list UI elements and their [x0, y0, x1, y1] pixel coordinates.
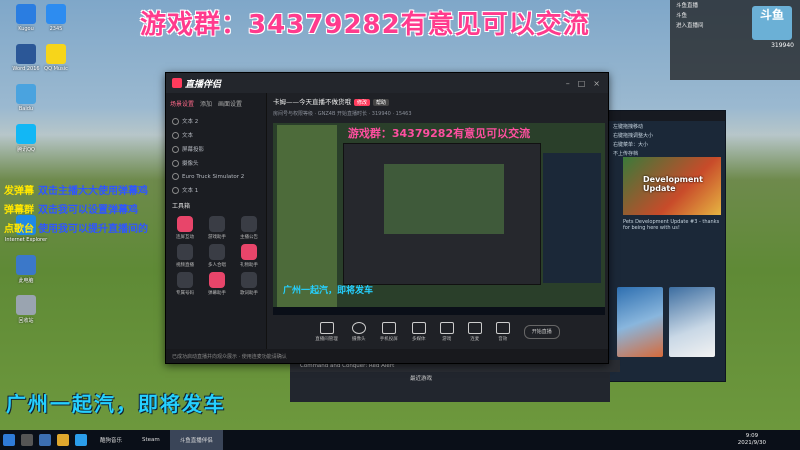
- browser-icon: [46, 4, 66, 24]
- desktop-icon-8[interactable]: 回收站: [2, 295, 50, 324]
- desktop-icon-7[interactable]: 此电脑: [2, 255, 50, 284]
- tab-add[interactable]: 添加: [200, 99, 212, 108]
- scene-item[interactable]: 文本 2: [166, 114, 266, 128]
- game-tile-bus-simulator[interactable]: [669, 287, 715, 357]
- app-title: 直播伴侣: [185, 79, 222, 90]
- preview-nested-window: [343, 143, 541, 285]
- room-meta: 房间号与权限等级 · GNZ4B 开始直播时长 · 319940 · 15463: [273, 111, 412, 117]
- steam-news-banner[interactable]: Development Update: [623, 157, 721, 215]
- steam-window[interactable]: 左键拖拽移动 右键拖拽调整大小 右键菜单：大小 不上传存档 Developmen…: [606, 110, 726, 382]
- eye-icon: [172, 117, 179, 125]
- tool-button[interactable]: 视频直播: [170, 244, 200, 268]
- music-icon: [46, 44, 66, 64]
- departure-overlay-text: 广州一起汽，即将发车: [6, 392, 226, 416]
- preview-overlay-text: 游戏群：34379282有意见可以交流: [347, 127, 531, 140]
- sound-button[interactable]: 音效: [495, 322, 510, 342]
- toolbox-title: 工具箱: [172, 203, 191, 210]
- room-number: 319940: [771, 42, 794, 49]
- edit-title-button[interactable]: 修改: [354, 99, 371, 106]
- scene-item[interactable]: 文本: [166, 128, 266, 142]
- desktop-icon-2[interactable]: Baidu: [2, 84, 50, 112]
- danmu-row: 弹幕群 双击我可以设置弹幕鸡: [4, 205, 138, 216]
- eye-icon: [172, 159, 179, 167]
- minimize-icon[interactable]: –: [566, 79, 570, 88]
- banner-caption: Pets Development Update #3 - thanks for …: [623, 219, 720, 231]
- tool-button[interactable]: 专属号码: [170, 272, 200, 296]
- steam-titlebar[interactable]: [607, 111, 725, 121]
- scene-item[interactable]: 屏幕投影: [166, 142, 266, 156]
- control-bar: 直播间管理 摄像头 手机投屏 多媒体 游戏 连麦 音效 开始直播: [267, 315, 608, 349]
- eye-icon: [172, 186, 179, 194]
- recent-games-bar: 最近游戏: [290, 372, 610, 402]
- steam-game-list: [617, 287, 715, 357]
- stream-info-panel: 斗鱼直播 斗鱼 进入直播间 斗鱼 319940: [670, 0, 800, 80]
- desktop-icon-4[interactable]: 2345: [32, 4, 80, 32]
- tool-button[interactable]: 弹幕助手: [202, 272, 232, 296]
- tool-button[interactable]: 游戏助手: [202, 216, 232, 240]
- game-button[interactable]: 游戏: [439, 322, 454, 342]
- group-overlay-text: 游戏群：34379282有意见可以交流: [140, 10, 590, 40]
- tool-button[interactable]: 连屏互动: [170, 216, 200, 240]
- sidebar-tabs: 场景设置 添加 画面设置: [166, 93, 266, 114]
- edge-icon[interactable]: [75, 434, 87, 446]
- maximize-icon[interactable]: □: [578, 79, 586, 88]
- close-icon[interactable]: ×: [593, 79, 600, 88]
- scene-item[interactable]: 文本 1: [166, 183, 266, 197]
- taskbar: 酷狗音乐 Steam 斗鱼直播伴侣 9:09 2021/9/30: [0, 430, 800, 450]
- recycle-bin-icon: [16, 295, 36, 315]
- system-clock[interactable]: 9:09 2021/9/30: [738, 433, 766, 447]
- main-content: 卡姆——今天直播不做货哦 修改 帮助 房间号与权限等级 · GNZ4B 开始直播时长…: [267, 93, 608, 349]
- douyu-logo: 斗鱼: [752, 6, 792, 40]
- phone-cast-button[interactable]: 手机投屏: [380, 322, 398, 342]
- start-live-button[interactable]: 开始直播: [523, 325, 560, 339]
- tool-button[interactable]: 歌词助手: [234, 272, 264, 296]
- scene-item[interactable]: 摄像头: [166, 156, 266, 170]
- eye-icon: [172, 131, 179, 139]
- taskbar-app-steam[interactable]: Steam: [132, 430, 170, 450]
- preview-steam: [543, 153, 601, 283]
- toolbox-grid: 连屏互动 游戏助手 主播公告 视频直播 多人合唱 礼物助手 专属号码 弹幕助手 …: [166, 214, 266, 298]
- window-titlebar[interactable]: 直播伴侣 – □ ×: [166, 73, 608, 93]
- taskbar-app-live-companion[interactable]: 斗鱼直播伴侣: [169, 430, 223, 450]
- link-mic-button[interactable]: 连麦: [467, 322, 482, 342]
- desktop-icon-3[interactable]: 腾讯QQ: [2, 124, 50, 153]
- room-title: 卡姆——今天直播不做货哦: [273, 98, 351, 106]
- preview-taskbar: [273, 307, 605, 315]
- stream-preview[interactable]: 游戏群：34379282有意见可以交流 广州一起汽，即将发车: [273, 123, 605, 315]
- eye-icon: [172, 145, 179, 153]
- status-bar: 已成功启动直播并向观众展示 · 使用连麦功能请确认: [166, 349, 608, 363]
- taskbar-app-kugou[interactable]: 酷狗音乐: [90, 430, 132, 450]
- danmu-row: 点歌台 使用我可以提升直播间的: [4, 224, 148, 235]
- tool-button[interactable]: 多人合唱: [202, 244, 232, 268]
- steam-news: 左键拖拽移动 右键拖拽调整大小 右键菜单：大小 不上传存档: [613, 124, 654, 157]
- tab-display[interactable]: 画面设置: [218, 99, 242, 108]
- baidu-icon: [16, 84, 36, 104]
- computer-icon: [16, 255, 36, 275]
- room-info: 卡姆——今天直播不做货哦 修改 帮助 房间号与权限等级 · GNZ4B 开始直播时长…: [267, 96, 608, 124]
- scene-item[interactable]: Euro Truck Simulator 2: [166, 170, 266, 183]
- app-logo-icon: [172, 78, 182, 88]
- preview-bottom-text: 广州一起汽，即将发车: [283, 286, 374, 296]
- scene-sidebar: 场景设置 添加 画面设置 文本 2 文本 屏幕投影 摄像头 Euro Truck…: [166, 93, 267, 349]
- media-button[interactable]: 多媒体: [411, 322, 426, 342]
- eye-icon: [172, 173, 179, 180]
- tab-scene-settings[interactable]: 场景设置: [170, 99, 194, 108]
- game-tile-pacific[interactable]: [617, 287, 663, 357]
- camera-button[interactable]: 摄像头: [351, 322, 366, 342]
- tool-button[interactable]: 主播公告: [234, 216, 264, 240]
- help-button[interactable]: 帮助: [373, 99, 390, 106]
- preview-nested-screen: [384, 164, 504, 234]
- windows-start-icon[interactable]: [3, 434, 15, 446]
- room-manage-button[interactable]: 直播间管理: [315, 322, 338, 342]
- search-icon[interactable]: [21, 434, 33, 446]
- desktop-icon-6[interactable]: QQ Music: [32, 44, 80, 72]
- qq-icon: [16, 124, 36, 144]
- tool-button[interactable]: 礼物助手: [234, 244, 264, 268]
- task-view-icon[interactable]: [39, 434, 51, 446]
- live-companion-window[interactable]: 直播伴侣 – □ × 场景设置 添加 画面设置 文本 2 文本 屏幕投影 摄像头…: [165, 72, 609, 364]
- danmu-row: 发弹幕 双击主播大大使用弹幕鸡: [4, 186, 148, 197]
- file-explorer-icon[interactable]: [57, 434, 69, 446]
